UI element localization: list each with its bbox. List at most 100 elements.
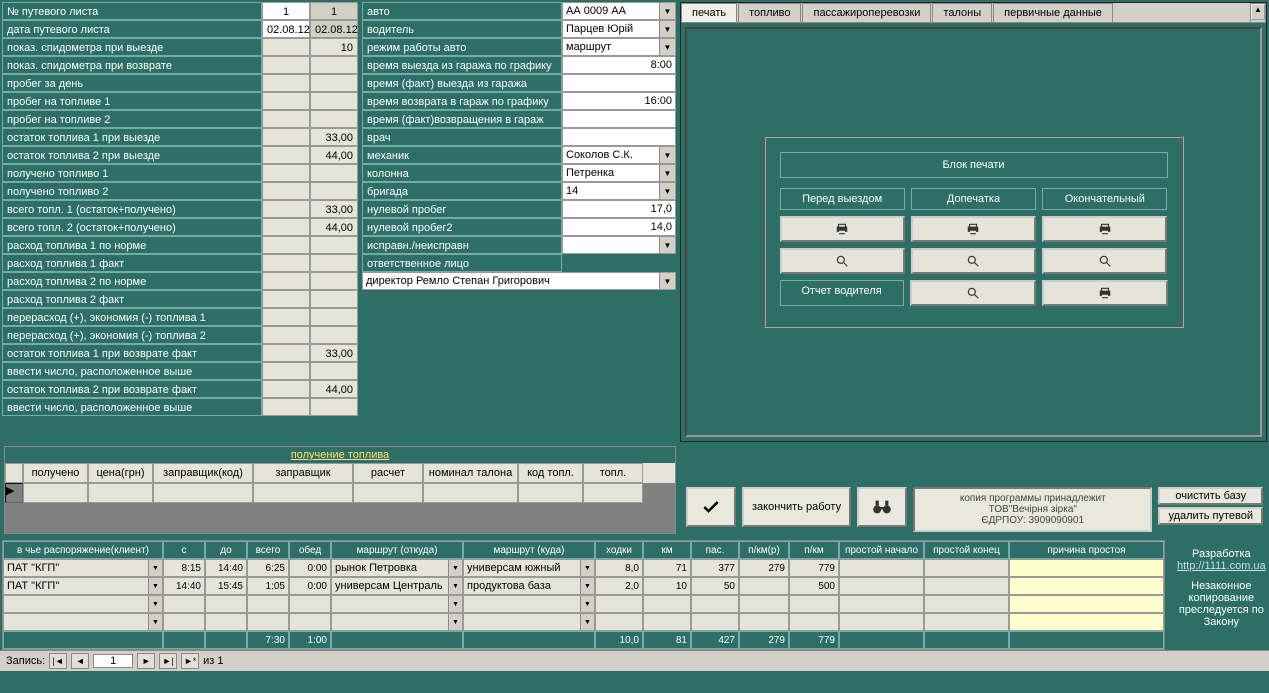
idle-start[interactable] — [839, 577, 924, 595]
param-value-1[interactable] — [262, 110, 310, 128]
field-input[interactable] — [562, 110, 676, 128]
pas[interactable]: 50 — [691, 577, 739, 595]
field-input[interactable] — [562, 74, 676, 92]
empty-cell[interactable] — [289, 595, 331, 613]
param-value-1[interactable] — [262, 380, 310, 398]
param-value-2[interactable] — [310, 272, 358, 290]
row-selector[interactable]: ▶ — [5, 483, 23, 503]
field-input[interactable] — [562, 128, 676, 146]
empty-cell[interactable]: ▼ — [463, 613, 595, 631]
responsible-dropdown[interactable]: директор Ремло Степан Григорович▼ — [362, 272, 676, 290]
empty-cell[interactable] — [595, 613, 643, 631]
param-value-2[interactable] — [310, 182, 358, 200]
param-value-1[interactable]: 02.08.12 — [262, 20, 310, 38]
fuel-cell[interactable] — [583, 483, 643, 503]
field-dropdown[interactable]: маршрут▼ — [562, 38, 676, 56]
empty-cell[interactable] — [839, 613, 924, 631]
param-value-2[interactable] — [310, 236, 358, 254]
param-value-2[interactable] — [310, 164, 358, 182]
empty-cell[interactable] — [643, 613, 691, 631]
pkmr[interactable]: 279 — [739, 559, 789, 577]
nav-prev-button[interactable]: ◄ — [71, 653, 89, 669]
param-value-1[interactable] — [262, 218, 310, 236]
lunch[interactable]: 0:00 — [289, 559, 331, 577]
print-final-button[interactable] — [1042, 216, 1167, 242]
print-before-button[interactable] — [780, 216, 905, 242]
param-value-1[interactable] — [262, 74, 310, 92]
fuel-cell[interactable] — [518, 483, 583, 503]
param-value-2[interactable]: 44,00 — [310, 218, 358, 236]
nav-last-button[interactable]: ►| — [159, 653, 177, 669]
param-value-2[interactable] — [310, 254, 358, 272]
param-value-1[interactable] — [262, 182, 310, 200]
param-value-1[interactable] — [262, 398, 310, 416]
idle-reason[interactable] — [1009, 577, 1164, 595]
client-dropdown[interactable]: ПАТ "КГП"▼ — [3, 559, 163, 577]
empty-cell[interactable]: ▼ — [3, 595, 163, 613]
empty-cell[interactable]: ▼ — [331, 595, 463, 613]
nav-new-button[interactable]: ►* — [181, 653, 199, 669]
nav-next-button[interactable]: ► — [137, 653, 155, 669]
idle-end[interactable] — [924, 559, 1009, 577]
route-from-dropdown[interactable]: рынок Петровка▼ — [331, 559, 463, 577]
field-dropdown[interactable]: ▼ — [562, 236, 676, 254]
preview-before-button[interactable] — [780, 248, 905, 274]
time-to[interactable]: 15:45 — [205, 577, 247, 595]
empty-cell[interactable] — [691, 613, 739, 631]
param-value-2[interactable] — [310, 398, 358, 416]
param-value-1[interactable] — [262, 254, 310, 272]
param-value-1[interactable] — [262, 146, 310, 164]
param-value-1[interactable] — [262, 56, 310, 74]
empty-cell[interactable] — [205, 595, 247, 613]
param-value-1[interactable] — [262, 92, 310, 110]
scrollbar[interactable]: ▲ — [1250, 3, 1266, 23]
field-dropdown[interactable]: Парцев Юрій Васил▼ — [562, 20, 676, 38]
route-to-dropdown[interactable]: продуктова база▼ — [463, 577, 595, 595]
empty-cell[interactable] — [924, 595, 1009, 613]
time-total[interactable]: 6:25 — [247, 559, 289, 577]
param-value-2[interactable]: 33,00 — [310, 128, 358, 146]
empty-cell[interactable] — [595, 595, 643, 613]
dev-link[interactable]: http://1111.com.ua — [1177, 560, 1266, 572]
lunch[interactable]: 0:00 — [289, 577, 331, 595]
param-value-1[interactable] — [262, 236, 310, 254]
empty-cell[interactable] — [739, 613, 789, 631]
empty-cell[interactable] — [1009, 595, 1164, 613]
finish-work-button[interactable]: закончить работу — [742, 487, 851, 527]
client-dropdown[interactable]: ПАТ "КГП"▼ — [3, 577, 163, 595]
empty-cell[interactable]: ▼ — [3, 613, 163, 631]
search-button[interactable] — [857, 487, 907, 527]
fuel-cell[interactable] — [423, 483, 518, 503]
preview-extra-button[interactable] — [911, 248, 1036, 274]
param-value-2[interactable]: 33,00 — [310, 344, 358, 362]
fuel-cell[interactable] — [153, 483, 253, 503]
pkm[interactable]: 779 — [789, 559, 839, 577]
field-input[interactable]: 16:00 — [562, 92, 676, 110]
route-to-dropdown[interactable]: универсам южный▼ — [463, 559, 595, 577]
preview-final-button[interactable] — [1042, 248, 1167, 274]
empty-cell[interactable] — [163, 595, 205, 613]
km[interactable]: 71 — [643, 559, 691, 577]
empty-cell[interactable] — [924, 613, 1009, 631]
empty-cell[interactable] — [839, 595, 924, 613]
pas[interactable]: 377 — [691, 559, 739, 577]
empty-cell[interactable] — [163, 613, 205, 631]
param-value-2[interactable]: 02.08.12 — [310, 20, 358, 38]
param-value-1[interactable] — [262, 164, 310, 182]
idle-end[interactable] — [924, 577, 1009, 595]
trips[interactable]: 2,0 — [595, 577, 643, 595]
tab-3[interactable]: талоны — [932, 3, 992, 22]
empty-cell[interactable] — [789, 595, 839, 613]
tab-0[interactable]: печать — [681, 3, 737, 22]
empty-cell[interactable] — [247, 595, 289, 613]
time-from[interactable]: 8:15 — [163, 559, 205, 577]
field-dropdown[interactable]: Соколов С.К.▼ — [562, 146, 676, 164]
param-value-1[interactable] — [262, 362, 310, 380]
param-value-2[interactable] — [310, 308, 358, 326]
param-value-1[interactable] — [262, 38, 310, 56]
delete-waybill-button[interactable]: удалить путевой — [1158, 507, 1263, 525]
param-value-2[interactable] — [310, 326, 358, 344]
param-value-2[interactable] — [310, 290, 358, 308]
field-input[interactable]: 14,0 — [562, 218, 676, 236]
time-total[interactable]: 1:05 — [247, 577, 289, 595]
